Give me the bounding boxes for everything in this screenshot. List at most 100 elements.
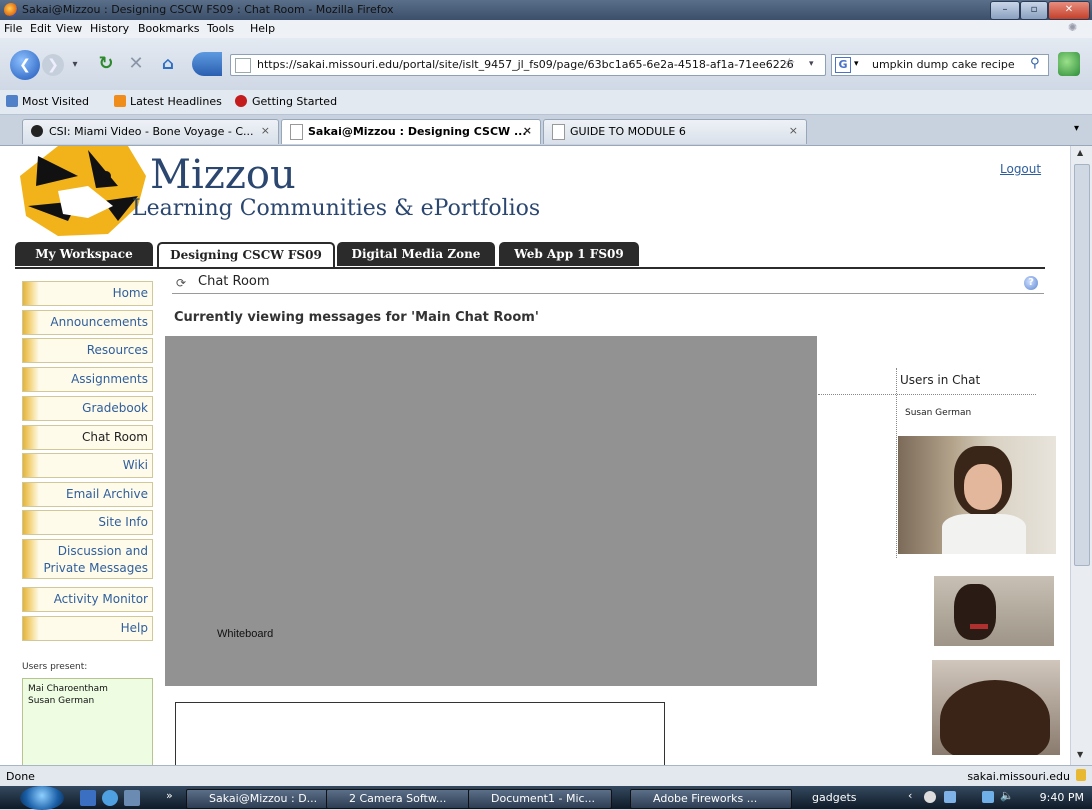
history-dropdown-icon[interactable]: ▾ [68,54,82,76]
skype-icon[interactable] [1058,52,1080,76]
taskbar-item-document[interactable]: Document1 - Mic... [468,789,612,809]
volume-icon[interactable]: 🔈 [1000,789,1014,802]
site-tab-web-app[interactable]: Web App 1 FS09 [499,242,639,266]
tray-network-icon[interactable] [944,791,956,803]
switch-windows-icon[interactable] [124,790,140,806]
browser-tab-guide[interactable]: GUIDE TO MODULE 6 × [543,119,807,144]
show-desktop-icon[interactable] [80,790,96,806]
search-engine-dropdown-icon[interactable]: ▾ [854,59,859,69]
page-scrollbar[interactable]: ▲ ▼ [1070,146,1092,765]
menu-edit[interactable]: Edit [30,22,51,35]
site-tab-digital-media-zone[interactable]: Digital Media Zone [337,242,495,266]
search-input[interactable]: umpkin dump cake recipe [872,58,1015,71]
message-input[interactable] [175,702,665,765]
menu-bookmarks[interactable]: Bookmarks [138,22,199,35]
logout-link[interactable]: Logout [1000,162,1041,176]
scroll-up-icon[interactable]: ▲ [1077,148,1083,157]
nav-label: Email Archive [65,487,148,501]
start-button[interactable] [20,786,64,810]
bookmark-star-icon[interactable]: ☆ [783,56,796,72]
stop-icon[interactable]: ✕ [124,52,148,76]
page-icon [235,58,251,73]
nav-label: Assignments [71,372,148,386]
nav-activity-monitor[interactable]: Activity Monitor [22,587,153,612]
reload-icon[interactable]: ↻ [94,52,118,76]
menu-help[interactable]: Help [250,22,275,35]
window-title-bar: Sakai@Mizzou : Designing CSCW FS09 : Cha… [0,0,1092,20]
menu-file[interactable]: File [4,22,22,35]
tray-display-icon[interactable] [982,791,994,803]
bookmarks-toolbar: Most Visited Latest Headlines Getting St… [0,90,1092,115]
whiteboard-area[interactable]: Whiteboard [165,336,817,686]
tiger-logo [20,146,146,236]
search-engine-icon[interactable]: G [835,57,851,73]
page-favicon-icon [290,124,303,140]
taskbar-item-camera[interactable]: 2 Camera Softw... [326,789,470,809]
back-button[interactable]: ❮ [10,50,40,80]
nav-label: Chat Room [81,430,148,444]
close-button[interactable]: ✕ [1048,1,1090,20]
url-dropdown-icon[interactable]: ▾ [809,59,814,69]
bookmark-most-visited[interactable]: Most Visited [22,95,89,108]
taskbar-clock[interactable]: 9:40 PM [1040,791,1084,804]
users-in-chat-title: Users in Chat [900,373,981,387]
nav-chat-room[interactable]: Chat Room [22,425,153,450]
nav-label: Wiki [122,458,148,472]
site-identity-button[interactable] [192,52,222,76]
site-tab-my-workspace[interactable]: My Workspace [15,242,153,266]
tray-expand-icon[interactable]: ‹ [908,789,912,802]
taskbar-item-firefox[interactable]: Sakai@Mizzou : D... [186,789,330,809]
page-content: Mizzou Learning Communities & ePortfolio… [0,146,1070,765]
nav-announcements[interactable]: Announcements [22,310,153,335]
url-bar[interactable]: https://sakai.missouri.edu/portal/site/i… [230,54,826,76]
quicklaunch-overflow-icon[interactable]: » [166,789,173,802]
users-present-list: Mai Charoentham Susan German [22,678,153,765]
browser-tab-sakai[interactable]: Sakai@Mizzou : Designing CSCW ... × [281,119,541,144]
scroll-thumb[interactable] [1074,164,1090,566]
menu-tools[interactable]: Tools [207,22,234,35]
taskbar-item-gadgets[interactable]: gadgets [790,789,902,807]
nav-home[interactable]: Home [22,281,153,306]
tab-close-icon[interactable]: × [261,124,270,137]
menu-history[interactable]: History [90,22,129,35]
bookmark-getting-started[interactable]: Getting Started [252,95,337,108]
nav-label: Resources [86,343,148,357]
tool-divider [172,293,1044,294]
tab-close-icon[interactable]: × [523,124,532,137]
nav-discussion[interactable]: Discussion and Private Messages [22,539,153,579]
browser-tab-csi[interactable]: CSI: Miami Video - Bone Voyage - C... × [22,119,279,144]
forward-button[interactable]: ❯ [42,54,64,76]
rss-icon [114,95,126,107]
maximize-button[interactable]: ▫ [1020,1,1048,20]
users-panel-border [896,368,897,558]
browser-tab-strip: CSI: Miami Video - Bone Voyage - C... × … [0,115,1092,146]
scroll-down-icon[interactable]: ▼ [1077,750,1083,759]
help-icon[interactable]: ? [1024,276,1038,290]
reset-icon[interactable]: ⟳ [176,276,186,290]
bookmark-latest-headlines[interactable]: Latest Headlines [130,95,222,108]
webcam-video-user [898,436,1056,554]
taskbar-item-fireworks[interactable]: Adobe Fireworks ... [630,789,792,809]
nav-gradebook[interactable]: Gradebook [22,396,153,421]
tray-app-icon[interactable] [924,791,936,803]
nav-assignments[interactable]: Assignments [22,367,153,392]
nav-email-archive[interactable]: Email Archive [22,482,153,507]
nav-site-info[interactable]: Site Info [22,510,153,535]
nav-label: Activity Monitor [53,592,148,606]
nav-wiki[interactable]: Wiki [22,453,153,478]
nav-help[interactable]: Help [22,616,153,641]
nav-label: Help [120,621,148,635]
tab-list-dropdown-icon[interactable]: ▾ [1074,123,1079,134]
ie-quicklaunch-icon[interactable] [102,790,118,806]
tab-close-icon[interactable]: × [789,124,798,137]
search-box[interactable]: G ▾ umpkin dump cake recipe ⚲ [831,54,1049,76]
nav-resources[interactable]: Resources [22,338,153,363]
status-text: Done [6,770,35,783]
site-tab-designing-cscw[interactable]: Designing CSCW FS09 [157,242,335,268]
search-go-icon[interactable]: ⚲ [1030,56,1040,71]
minimize-button[interactable]: – [990,1,1020,20]
menu-view[interactable]: View [56,22,82,35]
list-item: Mai Charoentham [28,684,108,694]
home-icon[interactable]: ⌂ [156,52,180,76]
users-panel-divider [818,394,1036,395]
